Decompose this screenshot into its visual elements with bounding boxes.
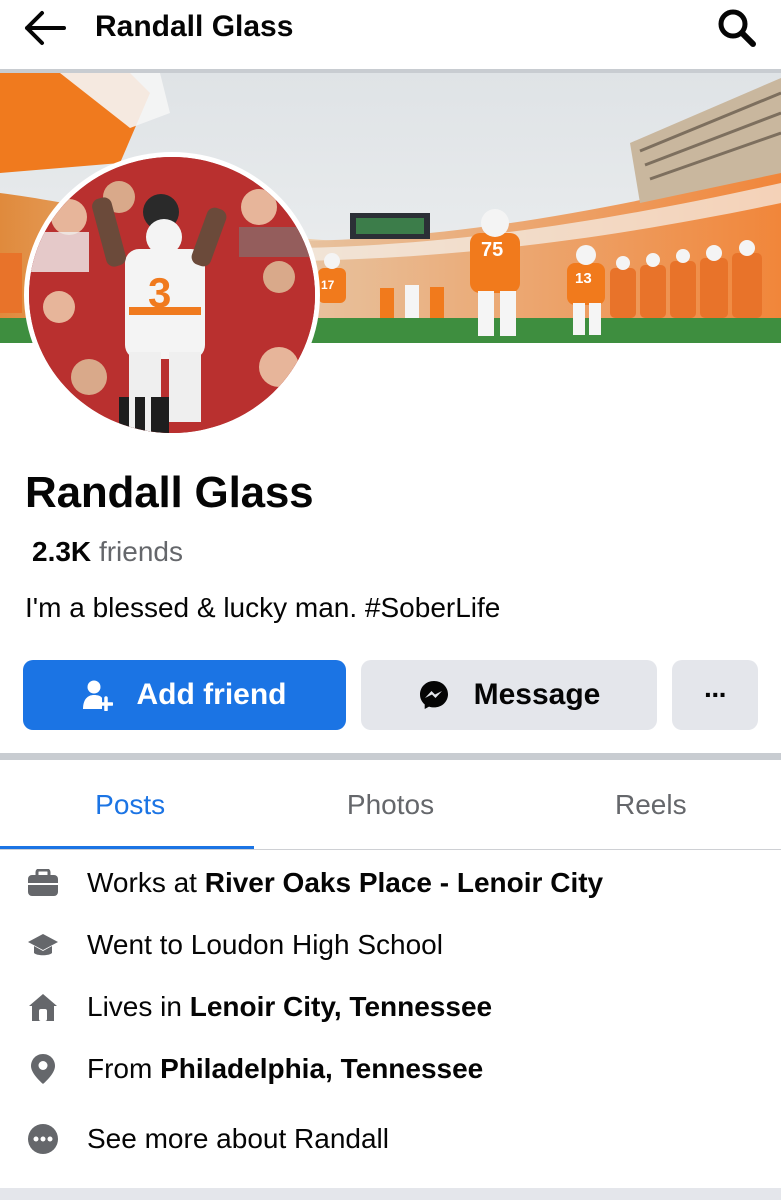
work-place-link[interactable]: River Oaks Place - Lenoir City xyxy=(205,867,603,898)
back-button[interactable] xyxy=(22,8,72,48)
work-prefix: Works at xyxy=(87,867,205,898)
svg-text:17: 17 xyxy=(321,278,335,292)
detail-lives: Lives in Lenoir City, Tennessee xyxy=(0,982,781,1032)
messenger-icon xyxy=(419,681,448,709)
tab-posts[interactable]: Posts xyxy=(0,760,260,850)
education-text: Went to Loudon High School xyxy=(87,929,443,960)
profile-avatar[interactable]: 3 xyxy=(24,152,320,438)
from-prefix: From xyxy=(87,1053,161,1084)
detail-education: Went to Loudon High School xyxy=(0,920,781,970)
profile-name: Randall Glass xyxy=(25,468,314,517)
detail-work: Works at River Oaks Place - Lenoir City xyxy=(0,858,781,908)
add-friend-button[interactable]: Add friend xyxy=(23,660,346,730)
add-friend-icon xyxy=(82,680,113,711)
more-options-button[interactable]: ··· xyxy=(672,660,758,730)
profile-tabs: Posts Photos Reels xyxy=(0,760,781,850)
message-label: Message xyxy=(473,678,601,711)
graduation-cap-icon xyxy=(28,934,58,956)
search-icon xyxy=(718,9,756,47)
detail-from: From Philadelphia, Tennessee xyxy=(0,1044,781,1094)
briefcase-icon xyxy=(28,869,58,896)
message-button[interactable]: Message xyxy=(361,660,657,730)
bottom-strip xyxy=(0,1188,781,1200)
see-more-about-link[interactable]: See more about Randall xyxy=(0,1114,781,1164)
location-pin-icon xyxy=(31,1054,55,1084)
home-icon xyxy=(29,994,57,1021)
tab-reels[interactable]: Reels xyxy=(521,760,781,850)
friends-count[interactable]: 2.3K friends xyxy=(32,536,183,568)
tabs-divider xyxy=(0,849,781,850)
add-friend-label: Add friend xyxy=(136,678,287,711)
lives-prefix: Lives in xyxy=(87,991,190,1022)
svg-text:13: 13 xyxy=(575,270,592,287)
svg-text:75: 75 xyxy=(481,239,503,261)
svg-text:3: 3 xyxy=(148,269,171,316)
from-place-link[interactable]: Philadelphia, Tennessee xyxy=(160,1053,483,1084)
more-circle-icon xyxy=(28,1124,58,1154)
top-bar: Randall Glass xyxy=(0,0,781,73)
more-dots-icon: ··· xyxy=(704,679,728,710)
friends-count-value: 2.3K xyxy=(32,536,92,567)
profile-bio: I'm a blessed & lucky man. #SoberLife xyxy=(25,592,501,623)
lives-place-link[interactable]: Lenoir City, Tennessee xyxy=(190,991,492,1022)
tab-photos[interactable]: Photos xyxy=(260,760,520,850)
section-divider xyxy=(0,753,781,760)
arrow-left-icon xyxy=(25,11,66,45)
friends-label: friends xyxy=(98,536,183,567)
page-title: Randall Glass xyxy=(95,10,294,43)
see-more-label: See more about Randall xyxy=(87,1123,389,1154)
search-button[interactable] xyxy=(714,6,760,50)
